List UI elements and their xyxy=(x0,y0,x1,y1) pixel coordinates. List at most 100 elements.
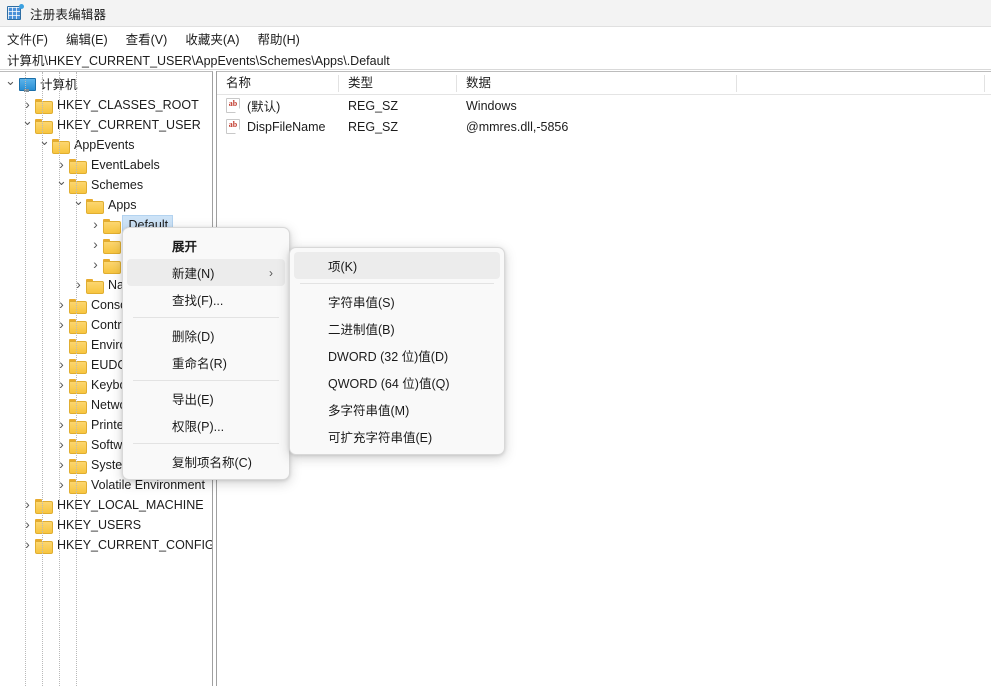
chevron-down-icon[interactable] xyxy=(37,135,52,156)
new-expandable-str[interactable]: 可扩充字符串值(E) xyxy=(294,423,500,450)
ctx-find[interactable]: 查找(F)... xyxy=(127,286,285,313)
tree-node-hkey-current-config[interactable]: HKEY_CURRENT_CONFIG xyxy=(0,535,212,555)
tree-node-appevents[interactable]: AppEvents xyxy=(0,135,212,155)
tree-node-hkey-current-user[interactable]: HKEY_CURRENT_USER xyxy=(0,115,212,135)
chevron-right-icon[interactable] xyxy=(54,354,69,376)
ctx-copy-key-name[interactable]: 复制项名称(C) xyxy=(127,448,285,475)
chevron-right-icon[interactable] xyxy=(71,274,86,296)
menu-help[interactable]: 帮助(H) xyxy=(257,27,307,50)
menu-item-label: 项(K) xyxy=(328,260,358,274)
chevron-right-icon[interactable] xyxy=(54,374,69,396)
menu-item-label: DWORD (32 位)值(D) xyxy=(328,350,449,364)
address-bar[interactable]: 计算机\HKEY_CURRENT_USER\AppEvents\Schemes\… xyxy=(0,49,991,70)
column-header-filler xyxy=(737,72,985,95)
chevron-right-icon[interactable] xyxy=(88,234,103,256)
context-submenu-new[interactable]: 项(K) 字符串值(S) 二进制值(B) DWORD (32 位)值(D) QWORD … xyxy=(289,247,505,455)
folder-icon xyxy=(35,98,53,114)
column-header-label: 类型 xyxy=(348,75,374,90)
folder-icon xyxy=(69,298,87,314)
chevron-right-icon[interactable] xyxy=(20,534,35,556)
value-row[interactable]: ab DispFileName REG_SZ @mmres.dll,-5856 xyxy=(217,116,991,137)
chevron-right-icon[interactable] xyxy=(54,294,69,316)
new-dword-value[interactable]: DWORD (32 位)值(D) xyxy=(294,342,500,369)
value-row[interactable]: ab (默认) REG_SZ Windows xyxy=(217,95,991,116)
folder-icon xyxy=(69,178,87,194)
new-multi-string[interactable]: 多字符串值(M) xyxy=(294,396,500,423)
tree-node-schemes[interactable]: Schemes xyxy=(0,175,212,195)
new-key[interactable]: 项(K) xyxy=(294,252,500,279)
menu-item-label: 重命名(R) xyxy=(172,357,227,371)
context-menu[interactable]: 展开新建(N) › 查找(F)... 删除(D) 重命名(R) 导出(E) 权限(P)...… xyxy=(122,227,290,480)
ctx-expand[interactable]: 展开 xyxy=(127,232,285,259)
folder-icon xyxy=(35,118,53,134)
chevron-right-icon[interactable] xyxy=(54,474,69,496)
tree-node-hkey-users[interactable]: HKEY_USERS xyxy=(0,515,212,535)
value-name: (默认) xyxy=(247,100,281,114)
string-value-icon: ab xyxy=(226,98,240,113)
folder-icon xyxy=(69,478,87,494)
folder-icon xyxy=(103,238,121,254)
tree-node-[interactable]: 计算机 xyxy=(0,75,212,95)
menu-item-label: 展开 xyxy=(172,240,198,254)
tree-guide-line xyxy=(59,72,60,686)
ctx-delete[interactable]: 删除(D) xyxy=(127,322,285,349)
folder-icon xyxy=(69,358,87,374)
menu-file[interactable]: 文件(F) xyxy=(7,27,56,50)
tree-node-label: HKEY_CURRENT_USER xyxy=(57,118,201,132)
menu-bar: 文件(F) 编辑(E) 查看(V) 收藏夹(A) 帮助(H) xyxy=(0,27,991,49)
folder-icon xyxy=(69,458,87,474)
chevron-right-icon[interactable] xyxy=(54,454,69,476)
menu-edit[interactable]: 编辑(E) xyxy=(66,27,116,50)
tree-node-label: HKEY_CLASSES_ROOT xyxy=(57,98,199,112)
column-header-type[interactable]: 类型 xyxy=(339,72,457,95)
chevron-right-icon[interactable] xyxy=(54,314,69,336)
chevron-right-icon: › xyxy=(269,265,273,280)
chevron-right-icon[interactable] xyxy=(88,254,103,276)
value-data: @mmres.dll,-5856 xyxy=(466,119,569,134)
tree-node-label: EventLabels xyxy=(91,158,160,172)
menu-divider xyxy=(133,443,279,444)
folder-icon xyxy=(35,538,53,554)
menu-item-label: 可扩充字符串值(E) xyxy=(328,431,433,445)
folder-icon xyxy=(69,418,87,434)
chevron-right-icon[interactable] xyxy=(20,494,35,516)
chevron-down-icon[interactable] xyxy=(71,195,86,216)
column-header-name[interactable]: 名称 xyxy=(217,72,339,95)
menu-view[interactable]: 查看(V) xyxy=(126,27,176,50)
tree-node-label: HKEY_USERS xyxy=(57,518,142,532)
chevron-down-icon[interactable] xyxy=(20,115,35,136)
new-string-value[interactable]: 字符串值(S) xyxy=(294,288,500,315)
tree-guide-line xyxy=(76,72,77,686)
folder-icon xyxy=(86,278,104,294)
values-list: ab (默认) REG_SZ Windows ab DispFileName REG_SZ @… xyxy=(217,95,991,137)
menu-item-label: 新建(N) xyxy=(172,267,215,281)
ctx-permissions[interactable]: 权限(P)... xyxy=(127,412,285,439)
new-qword-value[interactable]: QWORD (64 位)值(Q) xyxy=(294,369,500,396)
menu-favorites[interactable]: 收藏夹(A) xyxy=(185,27,247,50)
tree-guide-line xyxy=(42,72,43,686)
chevron-down-icon[interactable] xyxy=(54,175,69,196)
tree-node-hkey-classes-root[interactable]: HKEY_CLASSES_ROOT xyxy=(0,95,212,115)
folder-icon xyxy=(69,318,87,334)
tree-node-label: HKEY_LOCAL_MACHINE xyxy=(57,498,204,512)
tree-node-hkey-local-machine[interactable]: HKEY_LOCAL_MACHINE xyxy=(0,495,212,515)
chevron-right-icon[interactable] xyxy=(54,414,69,436)
new-binary-value[interactable]: 二进制值(B) xyxy=(294,315,500,342)
tree-node-apps[interactable]: Apps xyxy=(0,195,212,215)
values-column-header: 名称 类型 数据 xyxy=(217,72,991,95)
chevron-right-icon[interactable] xyxy=(54,434,69,456)
tree-node-eventlabels[interactable]: EventLabels xyxy=(0,155,212,175)
chevron-right-icon[interactable] xyxy=(20,514,35,536)
ctx-new[interactable]: 新建(N) › xyxy=(127,259,285,286)
tree-node-label: AppEvents xyxy=(74,138,135,152)
folder-icon xyxy=(69,398,87,414)
chevron-right-icon[interactable] xyxy=(88,214,103,236)
value-data: Windows xyxy=(466,98,517,113)
ctx-rename[interactable]: 重命名(R) xyxy=(127,349,285,376)
tree-node-label: Schemes xyxy=(91,178,144,192)
menu-item-label: QWORD (64 位)值(Q) xyxy=(328,377,450,391)
chevron-down-icon[interactable] xyxy=(3,75,18,96)
column-header-data[interactable]: 数据 xyxy=(457,72,737,95)
folder-icon xyxy=(69,378,87,394)
ctx-export[interactable]: 导出(E) xyxy=(127,385,285,412)
